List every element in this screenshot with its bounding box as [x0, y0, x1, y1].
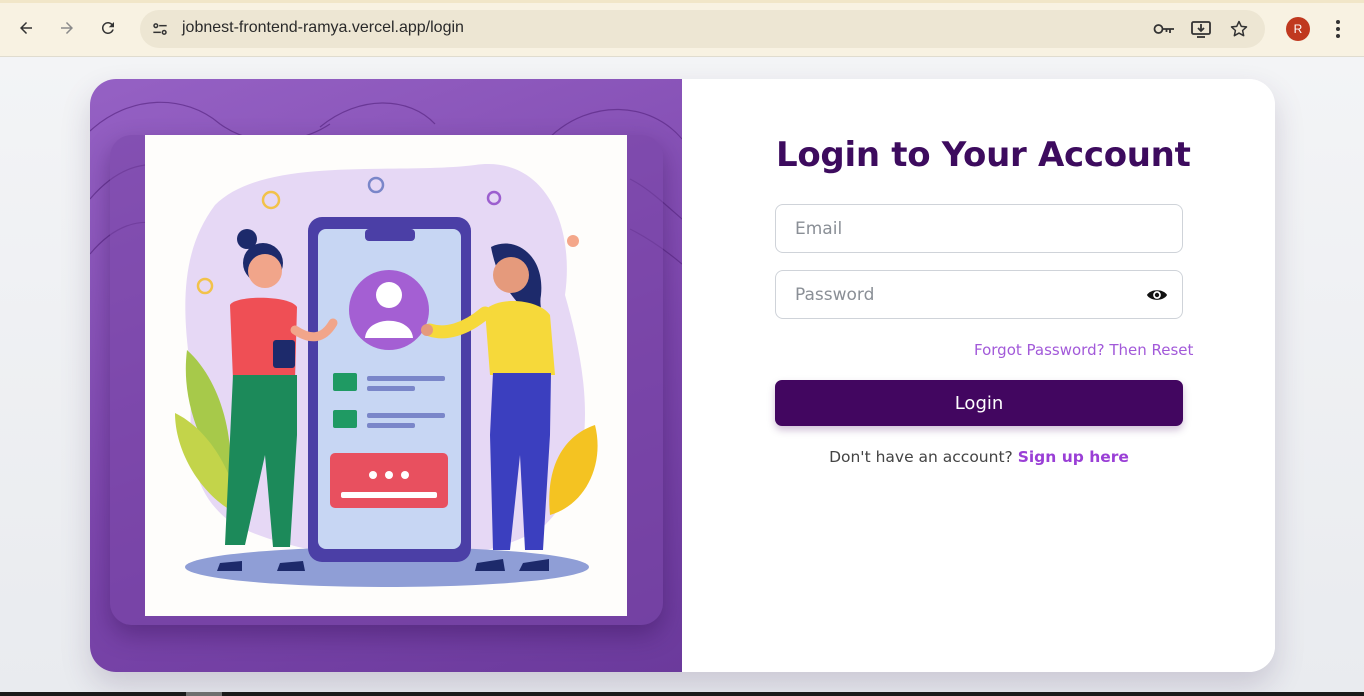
password-manager-button[interactable]: [1153, 19, 1175, 39]
login-illustration: [145, 135, 627, 616]
email-field[interactable]: [775, 204, 1183, 253]
install-app-button[interactable]: [1190, 19, 1212, 39]
forgot-password-link[interactable]: Forgot Password? Then Reset: [974, 341, 1193, 359]
login-button[interactable]: Login: [775, 380, 1183, 426]
signup-link[interactable]: Sign up here: [1018, 448, 1129, 466]
tab-strip: [0, 0, 1364, 3]
more-menu-icon: [1336, 20, 1340, 38]
install-app-icon: [1191, 21, 1211, 38]
back-button[interactable]: [12, 14, 40, 42]
password-key-icon: [1153, 24, 1174, 34]
profile-avatar[interactable]: R: [1286, 17, 1310, 41]
show-password-icon[interactable]: [1146, 286, 1168, 304]
login-card: Login to Your Account Forgot Password? T…: [90, 79, 1275, 672]
url-text[interactable]: jobnest-frontend-ramya.vercel.app/login: [182, 19, 464, 37]
reload-icon: [101, 21, 114, 34]
address-bar[interactable]: jobnest-frontend-ramya.vercel.app/login: [140, 10, 1265, 48]
password-field[interactable]: [775, 270, 1183, 319]
people-with-phone-illustration: [175, 164, 598, 587]
browser-menu-button[interactable]: [1328, 16, 1348, 42]
profile-initial: R: [1293, 22, 1303, 36]
reload-button[interactable]: [94, 14, 122, 42]
forward-button[interactable]: [53, 14, 81, 42]
forward-icon: [61, 22, 73, 34]
back-icon: [20, 22, 32, 34]
signup-prompt: Don't have an account? Sign up here: [775, 448, 1183, 466]
page-title: Login to Your Account: [776, 135, 1191, 175]
bookmark-star-icon: [1230, 20, 1248, 37]
signup-prompt-text: Don't have an account?: [829, 448, 1013, 466]
login-form-panel: Login to Your Account Forgot Password? T…: [682, 79, 1275, 672]
page-background: Login to Your Account Forgot Password? T…: [0, 57, 1364, 692]
taskbar-strip: [0, 692, 1364, 696]
browser-toolbar: jobnest-frontend-ramya.vercel.app/login …: [0, 0, 1364, 57]
scroll-thumb: [186, 692, 222, 696]
site-info-icon[interactable]: [150, 19, 170, 39]
bookmark-button[interactable]: [1228, 19, 1250, 39]
illustration-panel: [90, 79, 682, 672]
